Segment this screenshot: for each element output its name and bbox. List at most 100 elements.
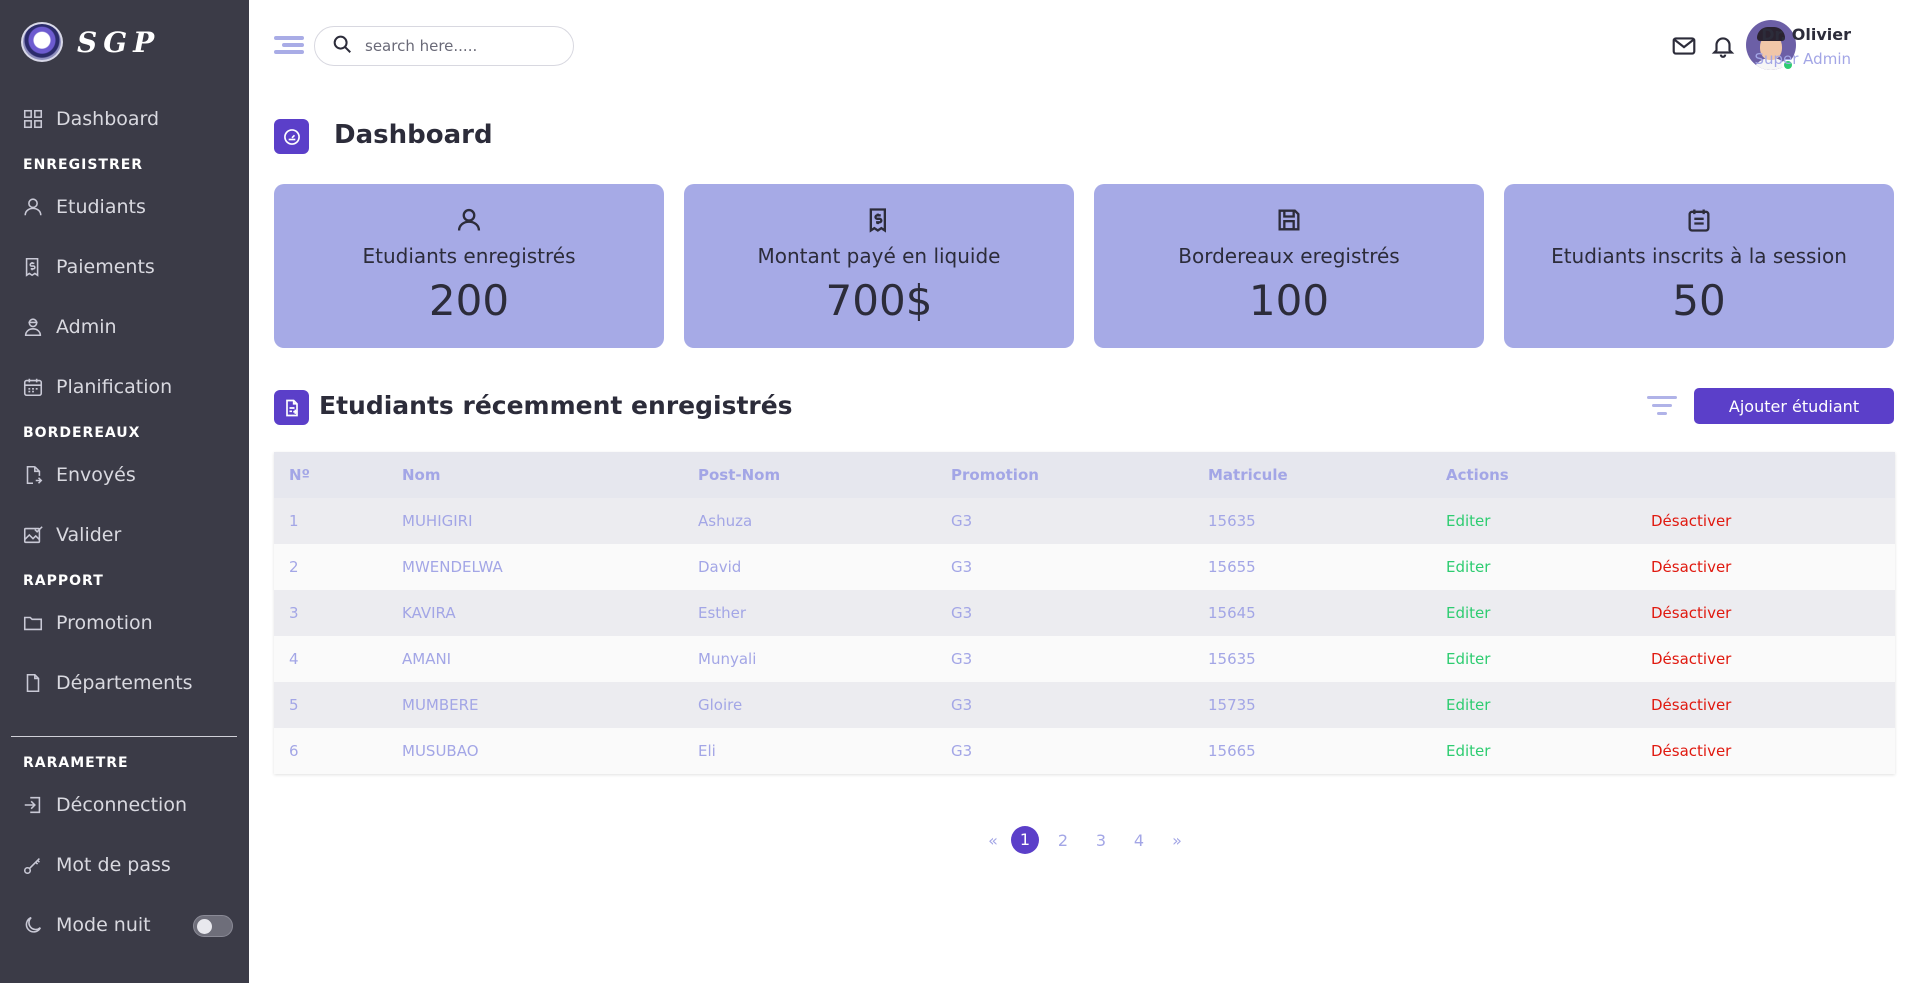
column-header-post-nom: Post-Nom xyxy=(683,452,936,498)
filter-icon[interactable] xyxy=(1647,393,1677,419)
cell-matricule: 15645 xyxy=(1193,590,1431,636)
sidebar-item-admin[interactable]: Admin xyxy=(22,312,117,342)
table-row: 2 MWENDELWA David G3 15655 Editer Désact… xyxy=(274,544,1895,590)
pagination: « 1 2 3 4 » xyxy=(980,826,1196,854)
sidebar-item-label: Admin xyxy=(56,316,117,338)
stat-card-value: 700$ xyxy=(825,276,933,325)
sidebar: SGP Dashboard ENREGISTRER Etudiants Paie… xyxy=(0,0,249,983)
document-send-icon xyxy=(22,464,44,486)
sidebar-item-label: Promotion xyxy=(56,612,153,634)
edit-link[interactable]: Editer xyxy=(1431,590,1636,636)
receipt-dollar-icon xyxy=(22,256,44,278)
menu-toggle-icon[interactable] xyxy=(274,34,304,56)
stat-card-value: 100 xyxy=(1248,276,1330,325)
logo[interactable]: SGP xyxy=(21,22,160,62)
column-header-number: Nº xyxy=(274,452,387,498)
deactivate-link[interactable]: Désactiver xyxy=(1636,636,1895,682)
cell-matricule: 15635 xyxy=(1193,636,1431,682)
deactivate-link[interactable]: Désactiver xyxy=(1636,728,1895,774)
sidebar-item-label: Départements xyxy=(56,672,193,694)
cell-number: 2 xyxy=(274,544,387,590)
edit-link[interactable]: Editer xyxy=(1431,544,1636,590)
sidebar-item-label: Etudiants xyxy=(56,196,146,218)
column-header-actions: Actions xyxy=(1431,452,1636,498)
sidebar-item-departements[interactable]: Départements xyxy=(22,668,193,698)
pagination-prev[interactable]: « xyxy=(980,831,1006,850)
user-role: Super Admin xyxy=(1754,50,1851,68)
stat-card-value: 200 xyxy=(428,276,510,325)
admin-user-icon xyxy=(22,316,44,338)
sidebar-item-paiements[interactable]: Paiements xyxy=(22,252,155,282)
section-parametre: RARAMETRE xyxy=(23,755,129,771)
column-header-empty xyxy=(1636,452,1895,498)
table-header-row: Nº Nom Post-Nom Promotion Matricule Acti… xyxy=(274,452,1895,498)
receipt-dollar-icon xyxy=(684,206,1074,236)
cell-post-nom: David xyxy=(683,544,936,590)
pagination-page-1[interactable]: 1 xyxy=(1011,826,1039,854)
add-student-button[interactable]: Ajouter étudiant xyxy=(1694,388,1894,424)
image-check-icon xyxy=(22,524,44,546)
pagination-page-2[interactable]: 2 xyxy=(1044,831,1082,850)
toggle-knob xyxy=(197,919,212,934)
section-bordereaux: BORDEREAUX xyxy=(23,425,141,441)
edit-link[interactable]: Editer xyxy=(1431,682,1636,728)
pagination-page-4[interactable]: 4 xyxy=(1120,831,1158,850)
sidebar-item-label: Dashboard xyxy=(56,108,160,130)
sidebar-item-promotion[interactable]: Promotion xyxy=(22,608,153,638)
stat-card-bordereaux: Bordereaux eregistrés 100 xyxy=(1094,184,1484,348)
user-icon xyxy=(22,196,44,218)
edit-link[interactable]: Editer xyxy=(1431,498,1636,544)
sidebar-item-planification[interactable]: Planification xyxy=(22,372,172,402)
pagination-page-3[interactable]: 3 xyxy=(1082,831,1120,850)
section-rapport: RAPPORT xyxy=(23,573,104,589)
search-input[interactable] xyxy=(365,37,555,55)
sidebar-item-label: Valider xyxy=(56,524,122,546)
column-header-nom: Nom xyxy=(387,452,683,498)
cell-promotion: G3 xyxy=(936,728,1193,774)
mail-icon[interactable] xyxy=(1671,33,1697,59)
mode-nuit-toggle[interactable] xyxy=(193,915,233,937)
table-row: 3 KAVIRA Esther G3 15645 Editer Désactiv… xyxy=(274,590,1895,636)
sidebar-item-envoyes[interactable]: Envoyés xyxy=(22,460,136,490)
key-icon xyxy=(22,854,44,876)
stat-card-label: Bordereaux eregistrés xyxy=(1178,244,1400,268)
sidebar-item-mode-nuit: Mode nuit xyxy=(22,910,151,940)
user-icon xyxy=(274,206,664,236)
sidebar-item-etudiants[interactable]: Etudiants xyxy=(22,192,146,222)
folder-icon xyxy=(22,612,44,634)
deactivate-link[interactable]: Désactiver xyxy=(1636,590,1895,636)
deactivate-link[interactable]: Désactiver xyxy=(1636,498,1895,544)
sidebar-item-mot-de-pass[interactable]: Mot de pass xyxy=(22,850,171,880)
sidebar-item-valider[interactable]: Valider xyxy=(22,520,121,550)
edit-link[interactable]: Editer xyxy=(1431,728,1636,774)
cell-post-nom: Gloire xyxy=(683,682,936,728)
document-add-icon xyxy=(274,390,309,425)
grid-icon xyxy=(22,108,44,130)
sidebar-item-label: Mode nuit xyxy=(56,914,151,936)
pagination-next[interactable]: » xyxy=(1158,831,1196,850)
sidebar-item-label: Envoyés xyxy=(56,464,136,486)
stat-card-label: Montant payé en liquide xyxy=(757,244,1001,268)
stat-card-value: 50 xyxy=(1672,276,1726,325)
cell-number: 5 xyxy=(274,682,387,728)
user-name: Dr. Olivier xyxy=(1761,25,1851,44)
cell-nom: MUMBERE xyxy=(387,682,683,728)
cell-post-nom: Ashuza xyxy=(683,498,936,544)
cell-promotion: G3 xyxy=(936,498,1193,544)
stat-card-etudiants: Etudiants enregistrés 200 xyxy=(274,184,664,348)
stat-card-montant: Montant payé en liquide 700$ xyxy=(684,184,1074,348)
file-icon xyxy=(22,672,44,694)
sidebar-item-deconnexion[interactable]: Déconnection xyxy=(22,790,187,820)
deactivate-link[interactable]: Désactiver xyxy=(1636,544,1895,590)
page-title: Dashboard xyxy=(334,120,493,150)
cell-number: 3 xyxy=(274,590,387,636)
bell-icon[interactable] xyxy=(1710,33,1736,59)
deactivate-link[interactable]: Désactiver xyxy=(1636,682,1895,728)
sidebar-item-dashboard[interactable]: Dashboard xyxy=(22,104,159,134)
moon-icon xyxy=(22,914,44,936)
edit-link[interactable]: Editer xyxy=(1431,636,1636,682)
cell-number: 6 xyxy=(274,728,387,774)
cell-nom: AMANI xyxy=(387,636,683,682)
stat-card-label: Etudiants enregistrés xyxy=(362,244,576,268)
cell-matricule: 15655 xyxy=(1193,544,1431,590)
